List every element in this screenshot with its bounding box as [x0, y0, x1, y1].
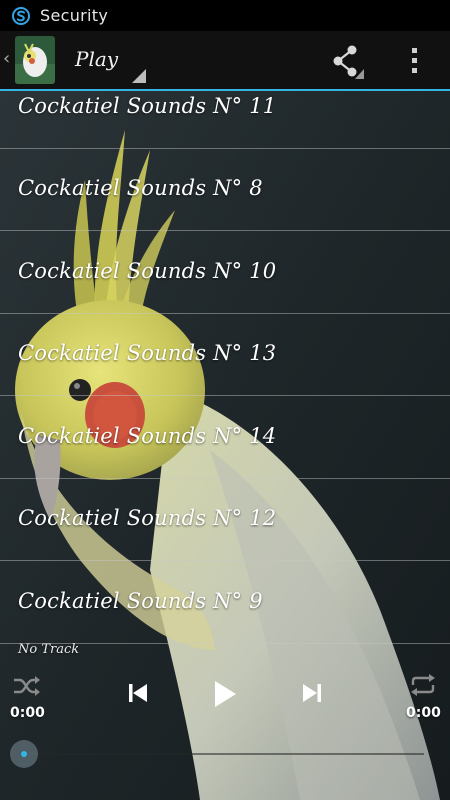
track-item[interactable]: Cockatiel Sounds N° 13 — [0, 314, 450, 396]
track-item[interactable]: Cockatiel Sounds N° 14 — [0, 396, 450, 479]
share-icon[interactable] — [328, 43, 364, 79]
now-playing-label: No Track — [18, 642, 80, 657]
seek-track[interactable] — [24, 753, 424, 755]
track-label: Cockatiel Sounds N° 11 — [18, 93, 277, 118]
app-logo[interactable] — [15, 36, 55, 84]
track-label: Cockatiel Sounds N° 12 — [18, 506, 277, 530]
seek-bar[interactable] — [10, 740, 430, 768]
elapsed-time: 0:00 — [10, 705, 45, 721]
security-app-icon — [12, 6, 30, 25]
track-item[interactable]: Cockatiel Sounds N° 12 — [0, 479, 450, 561]
total-time: 0:00 — [406, 705, 441, 721]
track-label: Cockatiel Sounds N° 9 — [18, 588, 263, 613]
track-list: Cockatiel Sounds N° 11 Cockatiel Sounds … — [0, 66, 450, 644]
track-item[interactable]: Cockatiel Sounds N° 8 — [0, 149, 450, 231]
seek-thumb[interactable] — [10, 740, 38, 768]
chevron-left-icon[interactable]: ‹ — [3, 48, 10, 69]
skip-next-icon[interactable] — [302, 682, 322, 704]
spinner-indicator-icon — [132, 69, 146, 83]
play-icon[interactable] — [211, 679, 239, 709]
action-bar-title[interactable]: Play — [75, 47, 118, 71]
shuffle-icon[interactable] — [12, 675, 42, 697]
status-app-name: Security — [40, 6, 109, 25]
app-screen: Security ‹ Play Cockatiel Sounds N° 11 C… — [0, 0, 450, 800]
track-item[interactable]: Cockatiel Sounds N° 9 — [0, 561, 450, 644]
track-label: Cockatiel Sounds N° 10 — [18, 258, 277, 283]
track-label: Cockatiel Sounds N° 13 — [18, 341, 277, 365]
skip-previous-icon[interactable] — [128, 682, 148, 704]
track-label: Cockatiel Sounds N° 14 — [18, 423, 277, 448]
repeat-icon[interactable] — [408, 673, 438, 697]
track-item[interactable]: Cockatiel Sounds N° 10 — [0, 231, 450, 314]
track-label: Cockatiel Sounds N° 8 — [18, 176, 263, 200]
status-bar: Security — [0, 0, 450, 31]
action-bar: ‹ Play — [0, 31, 450, 91]
overflow-menu-icon[interactable] — [400, 43, 428, 77]
